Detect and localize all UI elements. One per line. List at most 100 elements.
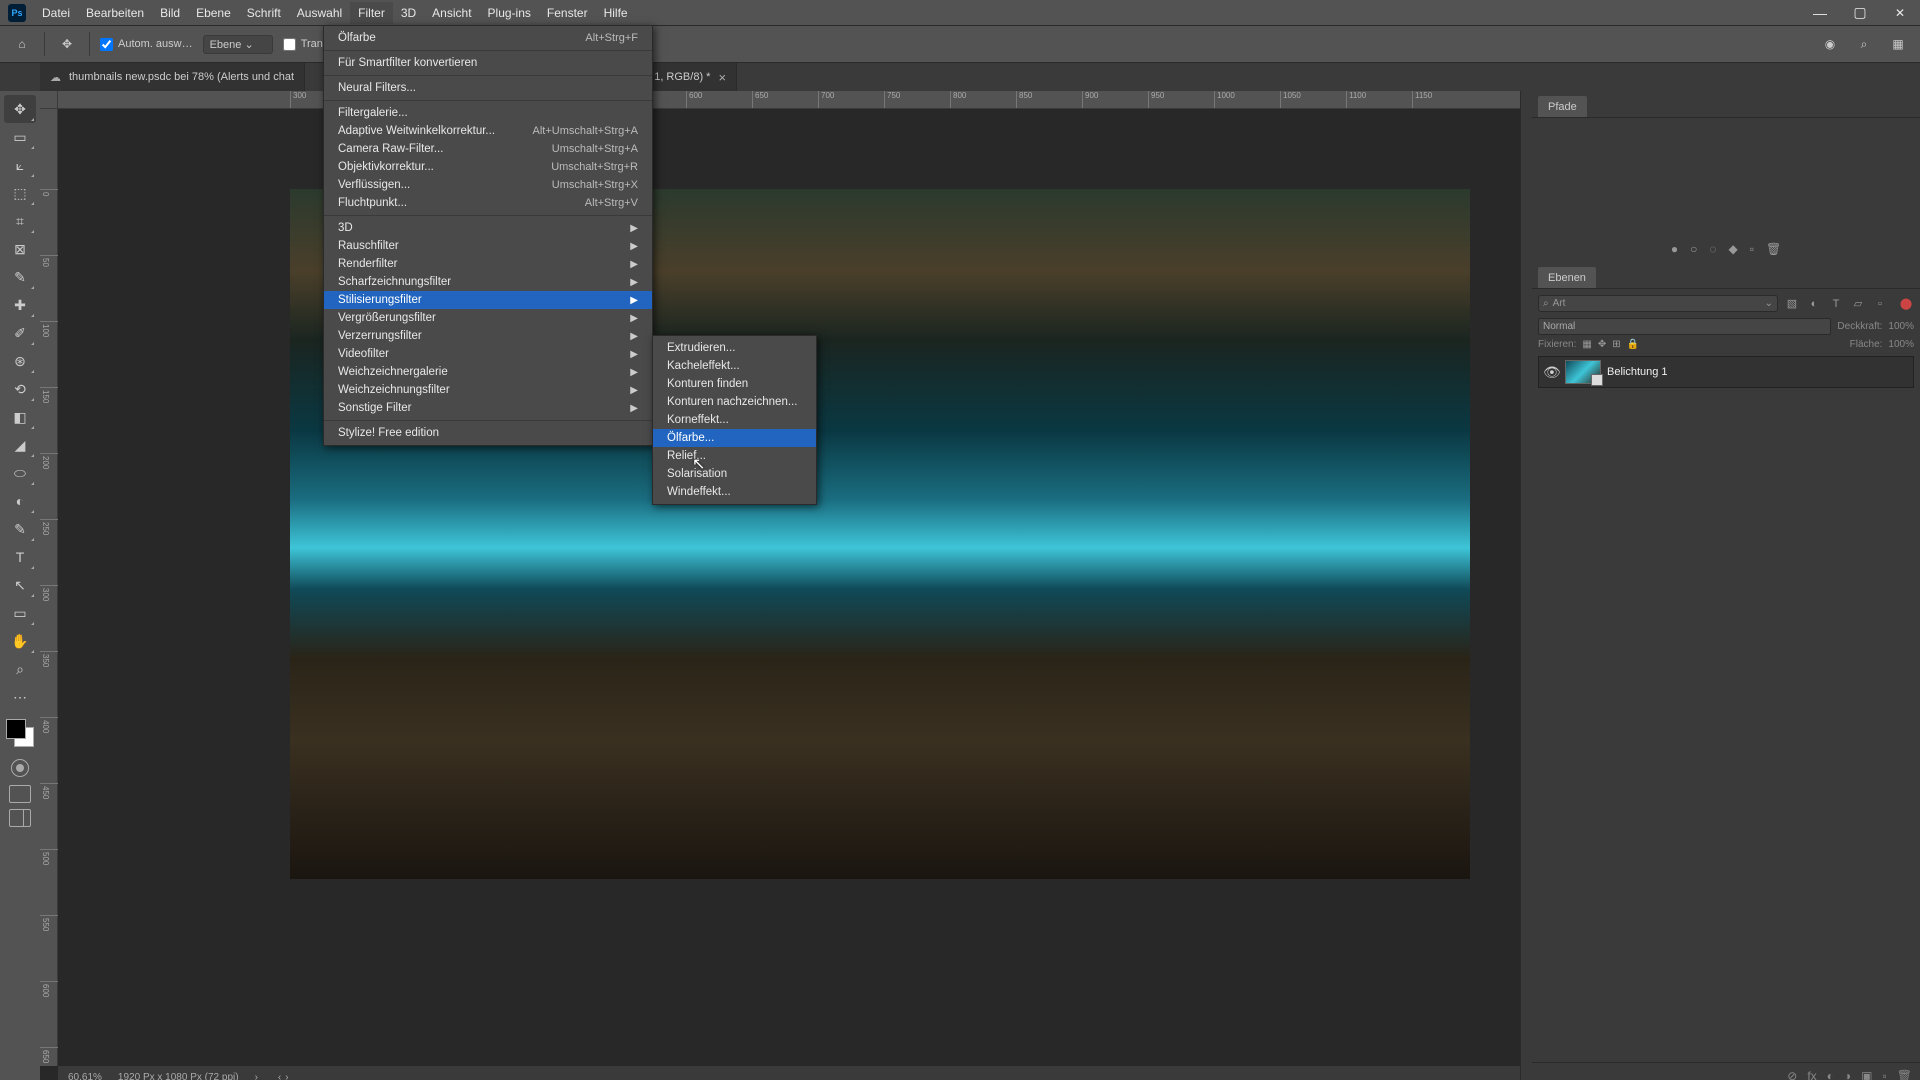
fill-path-icon[interactable]: ● bbox=[1671, 242, 1678, 256]
tab-paths[interactable]: Pfade bbox=[1538, 96, 1587, 117]
zoom-tool[interactable]: ⌕ bbox=[4, 655, 36, 683]
lock-artboard-icon[interactable]: ⊞ bbox=[1612, 339, 1620, 350]
pen-tool[interactable]: ✎ bbox=[4, 515, 36, 543]
menu-ansicht[interactable]: Ansicht bbox=[424, 2, 479, 24]
layer-style-icon[interactable]: fx bbox=[1807, 1069, 1816, 1080]
menu-item-scharfzeichnungsfilter[interactable]: Scharfzeichnungsfilter▶ bbox=[324, 273, 652, 291]
lock-pixels-icon[interactable]: ▦ bbox=[1582, 339, 1591, 350]
foreground-color[interactable] bbox=[6, 719, 26, 739]
menu-item-last-filter[interactable]: ÖlfarbeAlt+Strg+F bbox=[324, 29, 652, 47]
delete-layer-icon[interactable]: 🗑 bbox=[1897, 1069, 1912, 1080]
filter-toggle[interactable]: ⬤ bbox=[1898, 296, 1914, 312]
menu-item-sonstige filter[interactable]: Sonstige Filter▶ bbox=[324, 399, 652, 417]
submenu-item[interactable]: Konturen nachzeichnen... bbox=[653, 393, 816, 411]
selection-tool[interactable]: ⬚ bbox=[4, 179, 36, 207]
vertical-ruler[interactable]: 050100150200250300350400450500550600650 bbox=[40, 109, 58, 1066]
menu-item[interactable]: Fluchtpunkt...Alt+Strg+V bbox=[324, 194, 652, 212]
transform-input[interactable] bbox=[283, 38, 296, 51]
path-selection-tool[interactable]: ↖ bbox=[4, 571, 36, 599]
submenu-item[interactable]: Solarisation bbox=[653, 465, 816, 483]
menu-item-smart-convert[interactable]: Für Smartfilter konvertieren bbox=[324, 54, 652, 72]
adjustment-layer-icon[interactable]: ◑ bbox=[1844, 1069, 1851, 1080]
document-info[interactable]: 1920 Px x 1080 Px (72 ppi) bbox=[118, 1072, 239, 1080]
timeline-next-icon[interactable]: › bbox=[285, 1072, 288, 1080]
menu-plug-ins[interactable]: Plug-ins bbox=[480, 2, 539, 24]
submenu-item[interactable]: Extrudieren... bbox=[653, 339, 816, 357]
menu-item-rauschfilter[interactable]: Rauschfilter▶ bbox=[324, 237, 652, 255]
submenu-item[interactable]: Relief... bbox=[653, 447, 816, 465]
type-tool[interactable]: T bbox=[4, 543, 36, 571]
home-icon[interactable]: ⌂ bbox=[10, 32, 34, 56]
edit-toolbar[interactable]: ⋯ bbox=[4, 683, 36, 711]
menu-item-stylize-plugin[interactable]: Stylize! Free edition bbox=[324, 424, 652, 442]
submenu-item[interactable]: Konturen finden bbox=[653, 375, 816, 393]
menu-hilfe[interactable]: Hilfe bbox=[596, 2, 636, 24]
lock-position-icon[interactable]: ✥ bbox=[1598, 339, 1606, 350]
quick-mask-toggle[interactable] bbox=[11, 759, 29, 777]
menu-fenster[interactable]: Fenster bbox=[539, 2, 596, 24]
color-swatches[interactable] bbox=[4, 717, 36, 749]
lasso-tool[interactable]: ⟀ bbox=[4, 151, 36, 179]
dodge-tool[interactable]: ◐ bbox=[4, 487, 36, 515]
layer-group-icon[interactable]: ▣ bbox=[1861, 1069, 1872, 1080]
transform-checkbox[interactable]: Tran bbox=[283, 38, 323, 51]
auto-select-input[interactable] bbox=[100, 38, 113, 51]
layer-row[interactable]: 👁 Belichtung 1 bbox=[1538, 356, 1914, 388]
filter-adjust-icon[interactable]: ◐ bbox=[1806, 296, 1822, 312]
info-flyout-icon[interactable]: › bbox=[255, 1072, 258, 1080]
menu-item-verzerrungsfilter[interactable]: Verzerrungsfilter▶ bbox=[324, 327, 652, 345]
lock-all-icon[interactable]: 🔒 bbox=[1627, 339, 1639, 350]
eyedropper-tool[interactable]: ✎ bbox=[4, 263, 36, 291]
screen-mode-button[interactable] bbox=[9, 785, 31, 803]
menu-item-neural[interactable]: Neural Filters... bbox=[324, 79, 652, 97]
menu-item-3d[interactable]: 3D▶ bbox=[324, 219, 652, 237]
submenu-item[interactable]: Korneffekt... bbox=[653, 411, 816, 429]
hand-tool[interactable]: ✋ bbox=[4, 627, 36, 655]
menu-item-stilisierungsfilter[interactable]: Stilisierungsfilter▶ bbox=[324, 291, 652, 309]
menu-item-weichzeichnergalerie[interactable]: Weichzeichnergalerie▶ bbox=[324, 363, 652, 381]
submenu-item[interactable]: Kacheleffekt... bbox=[653, 357, 816, 375]
filter-shape-icon[interactable]: ▱ bbox=[1850, 296, 1866, 312]
target-select[interactable]: Ebene ⌄ bbox=[203, 35, 273, 54]
filter-type-icon[interactable]: T bbox=[1828, 296, 1844, 312]
move-tool[interactable]: ✥ bbox=[4, 95, 36, 123]
layer-mask-icon[interactable]: ◐ bbox=[1827, 1069, 1834, 1080]
menu-ebene[interactable]: Ebene bbox=[188, 2, 239, 24]
collapsed-panel-strip[interactable] bbox=[1520, 91, 1532, 1080]
submenu-item[interactable]: Ölfarbe... bbox=[653, 429, 816, 447]
close-tab-icon[interactable]: × bbox=[718, 70, 726, 85]
filter-smart-icon[interactable]: ▫ bbox=[1872, 296, 1888, 312]
menu-item[interactable]: Objektivkorrektur...Umschalt+Strg+R bbox=[324, 158, 652, 176]
blend-mode-select[interactable]: Normal bbox=[1538, 318, 1831, 335]
menu-filter[interactable]: Filter bbox=[350, 2, 393, 24]
auto-select-checkbox[interactable]: Autom. ausw… bbox=[100, 38, 193, 51]
new-layer-icon[interactable]: ▫ bbox=[1883, 1069, 1887, 1080]
maximize-button[interactable]: ▢ bbox=[1840, 0, 1880, 25]
menu-item-filter-gallery[interactable]: Filtergalerie... bbox=[324, 104, 652, 122]
menu-auswahl[interactable]: Auswahl bbox=[289, 2, 350, 24]
menu-item-weichzeichnungsfilter[interactable]: Weichzeichnungsfilter▶ bbox=[324, 381, 652, 399]
filter-image-icon[interactable]: ▧ bbox=[1784, 296, 1800, 312]
mask-path-icon[interactable]: ◆ bbox=[1728, 242, 1737, 256]
layer-thumbnail[interactable] bbox=[1565, 360, 1601, 384]
move-tool-icon[interactable]: ✥ bbox=[55, 32, 79, 56]
opacity-value[interactable]: 100% bbox=[1888, 321, 1914, 332]
stroke-path-icon[interactable]: ○ bbox=[1690, 242, 1697, 256]
screen-mode-alt-button[interactable] bbox=[9, 809, 31, 827]
frame-tool[interactable]: ⊠ bbox=[4, 235, 36, 263]
search-icon[interactable]: ⌕ bbox=[1852, 32, 1876, 56]
menu-bearbeiten[interactable]: Bearbeiten bbox=[78, 2, 152, 24]
delete-path-icon[interactable]: 🗑 bbox=[1766, 242, 1781, 256]
selection-path-icon[interactable]: ◌ bbox=[1709, 242, 1716, 256]
cloud-docs-icon[interactable]: ◉ bbox=[1818, 32, 1842, 56]
gradient-tool[interactable]: ◢ bbox=[4, 431, 36, 459]
document-tab[interactable]: ☁ thumbnails new.psdc bei 78% (Alerts un… bbox=[40, 63, 305, 91]
menu-item[interactable]: Camera Raw-Filter...Umschalt+Strg+A bbox=[324, 140, 652, 158]
layer-visibility-icon[interactable]: 👁 bbox=[1543, 364, 1559, 381]
minimize-button[interactable]: — bbox=[1800, 0, 1840, 25]
link-layers-icon[interactable]: ⊘ bbox=[1787, 1069, 1797, 1080]
history-brush-tool[interactable]: ⟲ bbox=[4, 375, 36, 403]
blur-tool[interactable]: ⬭ bbox=[4, 459, 36, 487]
brush-tool[interactable]: ✐ bbox=[4, 319, 36, 347]
stamp-tool[interactable]: ⊛ bbox=[4, 347, 36, 375]
